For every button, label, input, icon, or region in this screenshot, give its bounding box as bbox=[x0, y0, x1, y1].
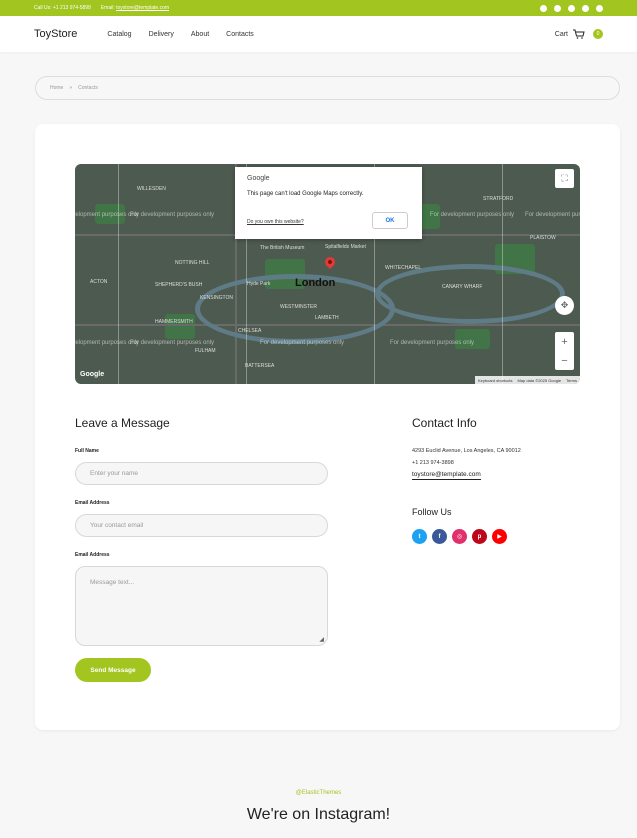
map-label: HAMMERSMITH bbox=[155, 319, 193, 325]
map-label: NOTTING HILL bbox=[175, 260, 210, 266]
nav-item-contacts[interactable]: Contacts bbox=[226, 31, 254, 38]
zoom-in-icon[interactable]: + bbox=[561, 336, 567, 348]
instagram-icon[interactable] bbox=[568, 4, 575, 12]
map-label: KENSINGTON bbox=[200, 295, 233, 301]
map-dev-watermark: For development purposes only bbox=[130, 340, 215, 346]
twitter-icon[interactable]: t bbox=[412, 529, 427, 544]
map-footer: Keyboard shortcuts Map data ©2025 Google… bbox=[474, 376, 580, 384]
email-input[interactable]: Your contact email bbox=[75, 514, 328, 537]
contact-phone: +1 213 974-3898 bbox=[412, 460, 454, 466]
map-data-attribution: Map data ©2025 Google bbox=[517, 377, 562, 383]
cart-icon bbox=[573, 29, 585, 39]
message-label: Email Address bbox=[75, 552, 110, 558]
dialog-ok-button[interactable]: OK bbox=[372, 212, 408, 229]
map-label: Spitalfields Market bbox=[325, 244, 366, 250]
map-dev-watermark: For development purposes only bbox=[390, 340, 475, 346]
contact-address: 4293 Euclid Avenue, Los Angeles, CA 9001… bbox=[412, 448, 521, 454]
map-label: PLAISTOW bbox=[530, 235, 556, 241]
facebook-icon[interactable] bbox=[554, 4, 561, 12]
nav-item-about[interactable]: About bbox=[191, 31, 209, 38]
map-label: CANARY WHARF bbox=[442, 284, 483, 290]
map-dev-watermark: For development purposes only bbox=[525, 212, 580, 218]
zoom-control: + − bbox=[555, 332, 574, 370]
follow-social-icons: t f ◎ p ▶ bbox=[412, 529, 507, 544]
pan-control-icon[interactable]: ✥ bbox=[555, 296, 574, 315]
dialog-ownership-link[interactable]: Do you own this website? bbox=[247, 219, 304, 225]
email-info-label: Email: bbox=[100, 5, 115, 11]
google-logo: Google bbox=[80, 371, 105, 378]
map-label: BATTERSEA bbox=[245, 363, 275, 369]
map-label: WILLESDEN bbox=[137, 186, 166, 192]
instagram-handle[interactable]: @ElasticThemes bbox=[0, 790, 637, 796]
map-label: The British Museum bbox=[260, 245, 305, 251]
full-name-label: Full Name bbox=[75, 448, 99, 454]
email-info-link[interactable]: toystore@template.com bbox=[116, 5, 169, 11]
map-park bbox=[455, 329, 490, 349]
terms-link[interactable]: Terms bbox=[566, 378, 577, 383]
cart-button[interactable]: Cart 0 bbox=[555, 29, 603, 39]
dialog-brand: Google bbox=[247, 175, 270, 182]
map-dev-watermark: For development purposes only bbox=[130, 212, 215, 218]
youtube-icon[interactable] bbox=[596, 4, 603, 12]
email-label: Email Address bbox=[75, 500, 110, 506]
site-logo[interactable]: ToyStore bbox=[34, 28, 77, 40]
follow-us-title: Follow Us bbox=[412, 507, 452, 517]
breadcrumb-separator: » bbox=[69, 85, 73, 91]
message-textarea[interactable]: Message text... ◢ bbox=[75, 566, 328, 646]
call-info: Call Us: +1 213 974-5898 bbox=[34, 5, 91, 11]
pinterest-icon[interactable]: p bbox=[472, 529, 487, 544]
cart-count-badge: 0 bbox=[593, 29, 603, 39]
instagram-icon[interactable]: ◎ bbox=[452, 529, 467, 544]
map-dev-watermark: For development purposes only bbox=[430, 212, 515, 218]
main-nav: Catalog Delivery About Contacts bbox=[107, 31, 253, 38]
breadcrumb: Home » Contacts bbox=[35, 76, 620, 100]
map-label: SHEPHERD'S BUSH bbox=[155, 282, 203, 288]
site-header: ToyStore Catalog Delivery About Contacts… bbox=[0, 16, 637, 52]
email-info: Email: toystore@template.com bbox=[101, 5, 169, 11]
map-label: FULHAM bbox=[195, 348, 216, 354]
map-label: WHITECHAPEL bbox=[385, 265, 422, 271]
nav-item-catalog[interactable]: Catalog bbox=[107, 31, 131, 38]
zoom-out-icon[interactable]: − bbox=[561, 355, 567, 367]
dialog-message: This page can't load Google Maps correct… bbox=[247, 191, 364, 197]
resize-handle-icon[interactable]: ◢ bbox=[319, 636, 324, 643]
youtube-icon[interactable]: ▶ bbox=[492, 529, 507, 544]
pinterest-icon[interactable] bbox=[582, 4, 589, 12]
breadcrumb-home[interactable]: Home bbox=[50, 85, 63, 91]
fullscreen-icon[interactable]: ⛶ bbox=[555, 169, 574, 188]
facebook-icon[interactable]: f bbox=[432, 529, 447, 544]
full-name-input[interactable]: Enter your name bbox=[75, 462, 328, 485]
top-social-icons bbox=[540, 4, 603, 12]
map-city-label: London bbox=[295, 277, 336, 289]
cart-label: Cart bbox=[554, 30, 568, 38]
form-title: Leave a Message bbox=[75, 416, 170, 430]
google-map[interactable]: WILLESDEN NOTTING HILL SHEPHERD'S BUSH K… bbox=[75, 164, 580, 384]
contact-email-link[interactable]: toystore@template.com bbox=[412, 471, 481, 480]
map-river bbox=[375, 264, 565, 324]
map-label: STRATFORD bbox=[483, 196, 514, 202]
send-message-button[interactable]: Send Message bbox=[75, 658, 151, 682]
map-error-dialog: Google This page can't load Google Maps … bbox=[235, 167, 422, 239]
contact-card: WILLESDEN NOTTING HILL SHEPHERD'S BUSH K… bbox=[35, 124, 620, 730]
map-label: CHELSEA bbox=[238, 328, 262, 334]
map-gridline bbox=[118, 164, 119, 384]
map-label: ACTON bbox=[90, 279, 108, 285]
map-label: Hyde Park bbox=[247, 281, 271, 287]
twitter-icon[interactable] bbox=[540, 4, 547, 12]
map-label: WESTMINSTER bbox=[280, 304, 317, 310]
map-dev-watermark: For development purposes only bbox=[260, 340, 345, 346]
instagram-title: We're on Instagram! bbox=[246, 806, 391, 823]
keyboard-shortcuts-link[interactable]: Keyboard shortcuts bbox=[478, 378, 512, 383]
map-label: LAMBETH bbox=[315, 315, 339, 321]
map-park bbox=[165, 314, 195, 339]
top-bar: Call Us: +1 213 974-5898 Email: toystore… bbox=[0, 0, 637, 16]
contact-info-title: Contact Info bbox=[412, 416, 477, 430]
message-placeholder: Message text... bbox=[90, 579, 135, 586]
breadcrumb-current: Contacts bbox=[78, 85, 98, 91]
map-pin-icon[interactable] bbox=[322, 254, 338, 270]
nav-item-delivery[interactable]: Delivery bbox=[149, 31, 174, 38]
